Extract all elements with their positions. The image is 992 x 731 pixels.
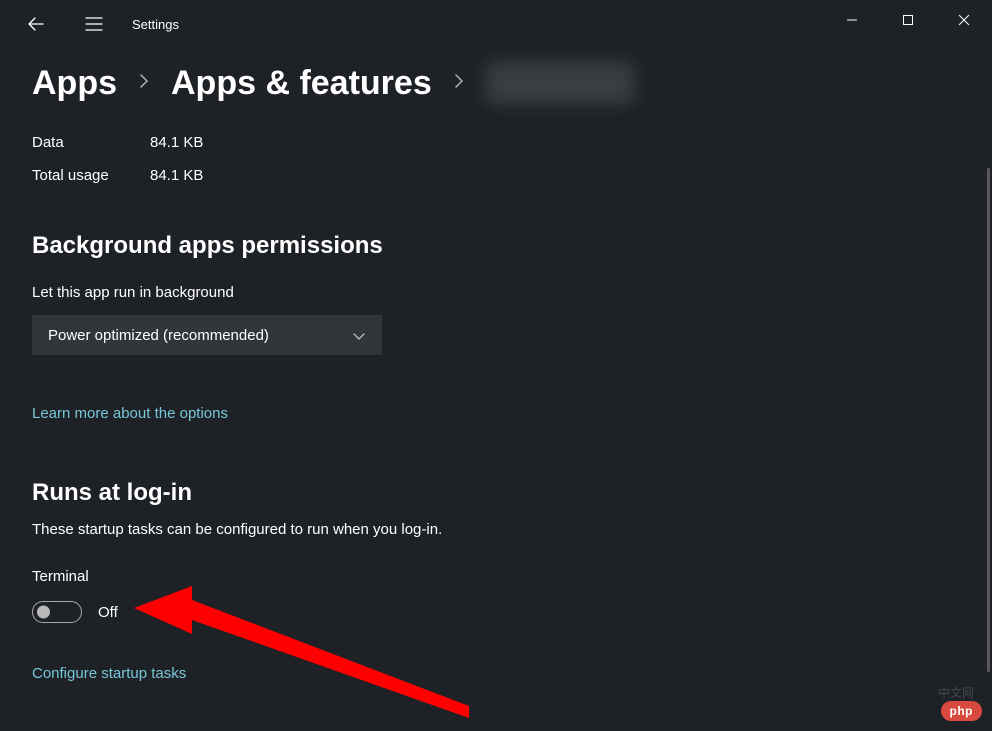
close-icon — [958, 14, 970, 26]
total-usage-value: 84.1 KB — [150, 167, 203, 184]
php-badge: php — [941, 701, 983, 721]
back-button[interactable] — [16, 4, 56, 44]
runs-at-login-title: Runs at log-in — [32, 479, 962, 507]
back-arrow-icon — [27, 15, 45, 33]
total-usage-label: Total usage — [32, 167, 150, 184]
toggle-row: Off — [32, 601, 962, 623]
maximize-icon — [902, 14, 914, 26]
configure-startup-link[interactable]: Configure startup tasks — [32, 665, 186, 682]
background-permissions-title: Background apps permissions — [32, 232, 962, 260]
chevron-right-icon — [454, 72, 464, 95]
hamburger-icon — [85, 17, 103, 31]
menu-button[interactable] — [74, 4, 114, 44]
scrollbar[interactable] — [987, 168, 990, 672]
app-title: Settings — [132, 17, 179, 32]
startup-task-name: Terminal — [32, 568, 962, 585]
window-controls — [824, 0, 992, 40]
breadcrumb-app-name-redacted — [486, 62, 634, 104]
minimize-icon — [846, 14, 858, 26]
close-button[interactable] — [936, 0, 992, 40]
dropdown-value: Power optimized (recommended) — [48, 327, 269, 344]
data-label: Data — [32, 134, 150, 151]
chevron-down-icon — [352, 327, 366, 344]
data-value: 84.1 KB — [150, 134, 203, 151]
minimize-button[interactable] — [824, 0, 880, 40]
breadcrumb-apps[interactable]: Apps — [32, 64, 117, 103]
learn-more-link[interactable]: Learn more about the options — [32, 405, 228, 422]
breadcrumb-apps-features[interactable]: Apps & features — [171, 64, 432, 103]
breadcrumb: Apps Apps & features — [32, 62, 962, 104]
runs-at-login-subtitle: These startup tasks can be configured to… — [32, 521, 962, 538]
content: Apps Apps & features Data 84.1 KB Total … — [0, 48, 992, 683]
startup-toggle[interactable] — [32, 601, 82, 623]
chevron-right-icon — [139, 72, 149, 95]
background-run-label: Let this app run in background — [32, 284, 962, 301]
toggle-thumb — [37, 606, 50, 619]
data-row: Data 84.1 KB — [32, 134, 962, 151]
toggle-state: Off — [98, 604, 118, 621]
data-row: Total usage 84.1 KB — [32, 167, 962, 184]
watermark-text: 中文网 — [938, 684, 974, 701]
maximize-button[interactable] — [880, 0, 936, 40]
background-permission-dropdown[interactable]: Power optimized (recommended) — [32, 315, 382, 355]
